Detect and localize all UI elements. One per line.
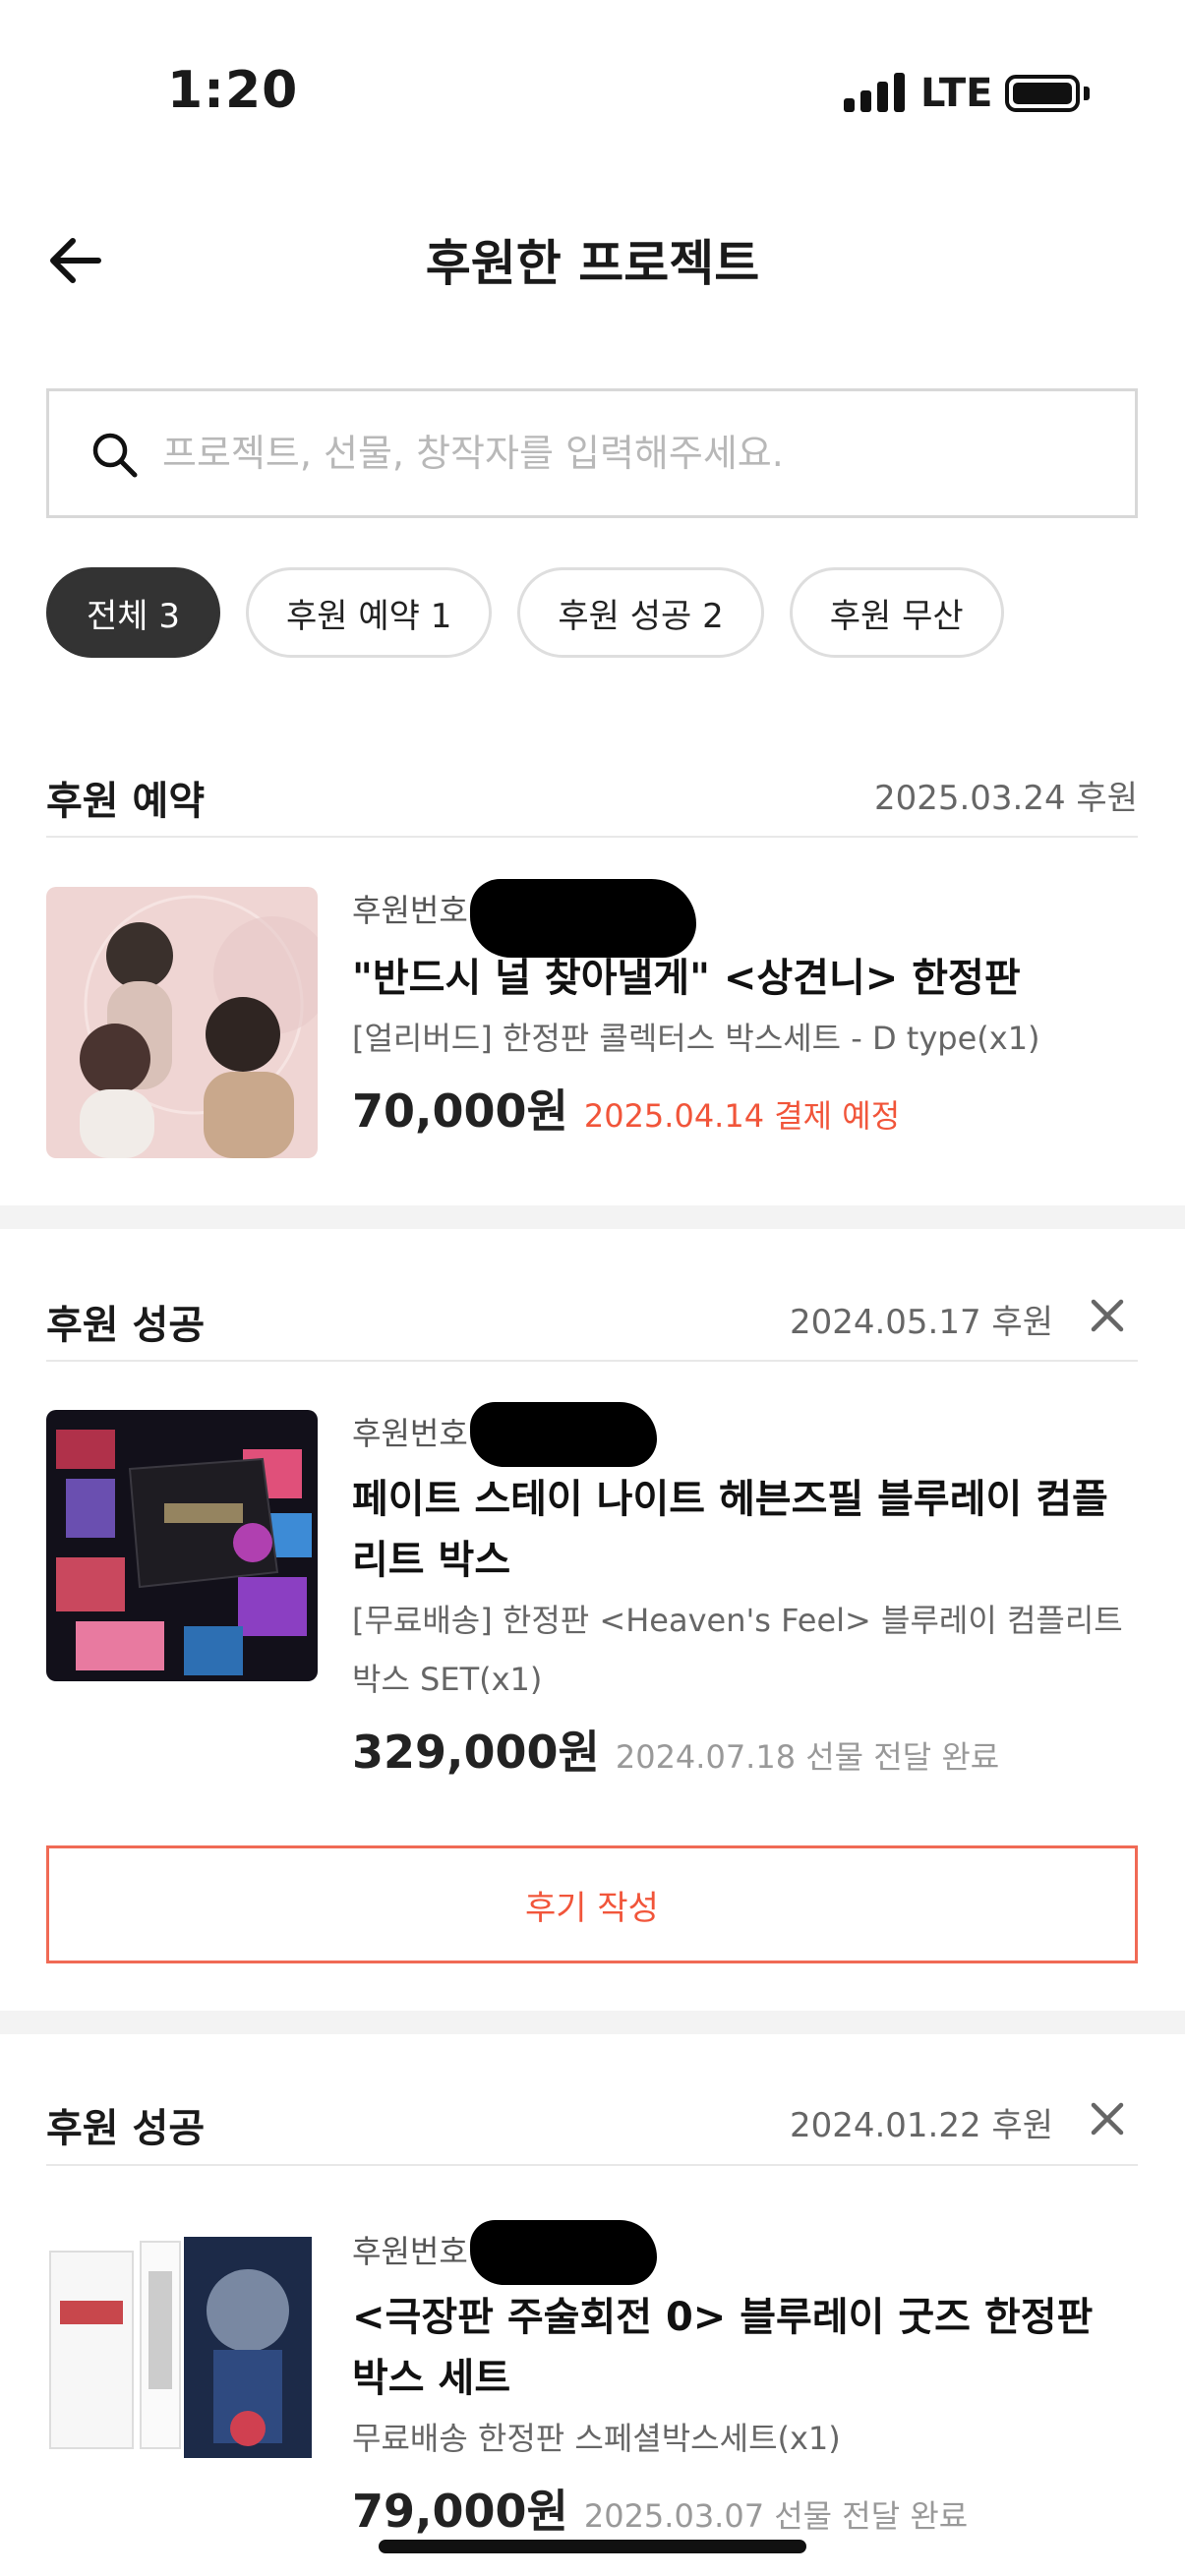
divider: [46, 836, 1138, 838]
project-thumbnail[interactable]: [46, 1410, 318, 1681]
price-line: 70,000원 2025.04.14 결제 예정: [352, 1076, 1139, 1141]
status-time: 1:20: [167, 61, 299, 120]
battery-icon: [1005, 75, 1080, 112]
payment-due-note: 2025.04.14 결제 예정: [583, 1097, 901, 1135]
status-bar: 1:20 LTE: [0, 0, 1185, 147]
search-input[interactable]: [162, 411, 1106, 496]
section-separator: [0, 2011, 1185, 2034]
page-title: 후원한 프로젝트: [425, 235, 760, 292]
close-icon: [1091, 1299, 1124, 1332]
redaction-mark: [470, 2220, 657, 2285]
signal-icon: [844, 73, 907, 112]
app-header: 후원한 프로젝트: [0, 197, 1185, 315]
pledge-header: 후원 성공 2024.05.17 후원: [46, 1273, 1138, 1362]
sponsor-number: 후원번호: [352, 1402, 1139, 1467]
delivery-note: 2024.07.18 선물 전달 완료: [615, 1738, 1000, 1776]
home-indicator[interactable]: [379, 2540, 806, 2553]
filter-chips: 전체 3 후원 예약 1 후원 성공 2 후원 무산: [46, 567, 1004, 658]
pledge-status: 후원 예약: [46, 779, 206, 824]
pledge-details: 후원번호 <극장판 주술회전 0> 블루레이 굿즈 한정판 박스 세트 무료배송…: [352, 2220, 1139, 2541]
sponsor-number-label: 후원번호: [352, 2233, 468, 2270]
reward-description: 무료배송 한정판 스페셜박스세트(x1): [352, 2420, 841, 2457]
reward-description: [무료배송] 한정판 <Heaven's Feel> 블루레이 컴플리트 박스 …: [352, 1602, 1123, 1698]
network-label: LTE: [920, 71, 993, 116]
price-line: 79,000원 2025.03.07 선물 전달 완료: [352, 2476, 1139, 2541]
pledge-amount: 79,000원: [352, 2485, 568, 2538]
pledge-amount: 70,000원: [352, 1084, 568, 1138]
battery-tip: [1084, 87, 1090, 100]
write-review-button[interactable]: 후기 작성: [46, 1845, 1138, 1963]
price-line: 329,000원 2024.07.18 선물 전달 완료: [352, 1717, 1139, 1782]
project-title[interactable]: "반드시 널 찾아낼게" <상견니> 한정판: [352, 948, 1139, 1009]
project-title[interactable]: <극장판 주술회전 0> 블루레이 굿즈 한정판 박스 세트: [352, 2287, 1139, 2409]
pledge-status: 후원 성공: [46, 2106, 206, 2151]
filter-chip-success[interactable]: 후원 성공 2: [517, 567, 764, 658]
project-thumbnail[interactable]: [46, 887, 318, 1158]
sponsor-number-label: 후원번호: [352, 892, 468, 929]
project-title[interactable]: 페이트 스테이 나이트 헤븐즈필 블루레이 컴플리트 박스: [352, 1469, 1139, 1591]
pledge-amount: 329,000원: [352, 1726, 600, 1779]
reward-description: [얼리버드] 한정판 콜렉터스 박스세트 - D type(x1): [352, 1020, 1040, 1057]
pledge-header: 후원 예약 2025.03.24 후원: [46, 749, 1138, 838]
project-thumbnail[interactable]: [46, 2232, 318, 2503]
sponsor-number: 후원번호: [352, 2220, 1139, 2285]
pledge-details: 후원번호 페이트 스테이 나이트 헤븐즈필 블루레이 컴플리트 박스 [무료배송…: [352, 1402, 1139, 1782]
close-icon: [1091, 2102, 1124, 2136]
filter-chip-all[interactable]: 전체 3: [46, 567, 220, 658]
filter-chip-failed[interactable]: 후원 무산: [789, 567, 1004, 658]
search-bar[interactable]: [46, 388, 1138, 518]
pledge-details: 후원번호 "반드시 널 찾아낼게" <상견니> 한정판 [얼리버드] 한정판 콜…: [352, 879, 1139, 1141]
pledge-header: 후원 성공 2024.01.22 후원: [46, 2077, 1138, 2165]
pledge-status: 후원 성공: [46, 1303, 206, 1348]
section-separator: [0, 1205, 1185, 1229]
redaction-mark: [470, 879, 696, 958]
filter-chip-reserved[interactable]: 후원 예약 1: [246, 567, 493, 658]
delivery-note: 2025.03.07 선물 전달 완료: [583, 2497, 969, 2535]
sponsor-number: 후원번호: [352, 879, 1139, 958]
redaction-mark: [470, 1402, 657, 1467]
divider: [46, 1360, 1138, 1362]
pledge-date: 2024.01.22 후원: [789, 2106, 1053, 2145]
sponsor-number-label: 후원번호: [352, 1415, 468, 1452]
close-button[interactable]: [1083, 1291, 1132, 1340]
pledge-date: 2025.03.24 후원: [873, 779, 1138, 818]
pledge-date: 2024.05.17 후원: [789, 1303, 1053, 1342]
divider: [46, 2164, 1138, 2166]
search-icon: [92, 433, 138, 478]
close-button[interactable]: [1083, 2094, 1132, 2143]
